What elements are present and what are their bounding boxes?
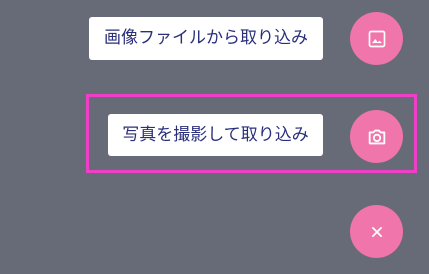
import-image-file-button[interactable]	[350, 12, 403, 65]
image-icon	[367, 29, 387, 49]
close-menu-button[interactable]	[350, 205, 403, 258]
close-icon	[370, 225, 384, 239]
take-photo-button[interactable]	[350, 110, 403, 163]
take-photo-import-label[interactable]: 写真を撮影して取り込み	[108, 114, 323, 156]
import-image-file-label[interactable]: 画像ファイルから取り込み	[89, 17, 323, 60]
camera-icon	[366, 126, 388, 148]
